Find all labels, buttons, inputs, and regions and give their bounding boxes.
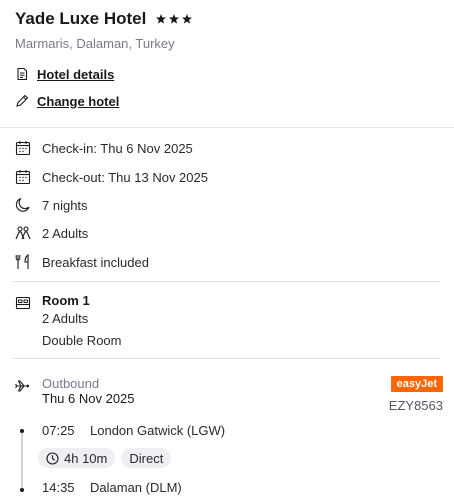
board-text: Breakfast included [42,254,149,270]
check-out-row: Check-out: Thu 13 Nov 2025 [15,167,208,187]
flight-timeline [21,430,23,490]
change-hotel-label[interactable]: Change hotel [37,94,119,109]
check-out-text: Check-out: Thu 13 Nov 2025 [42,169,208,185]
room-guests: 2 Adults [42,311,89,326]
change-hotel-link[interactable]: Change hotel [15,92,119,110]
guests-row: 2 Adults [15,223,88,243]
nights-row: 7 nights [15,195,88,215]
check-in-row: Check-in: Thu 6 Nov 2025 [15,138,193,158]
room-type: Double Room [42,333,122,348]
moon-icon [15,197,31,213]
arrival-dot [20,488,24,492]
duration-text: 4h 10m [64,450,108,466]
clock-icon [46,451,59,465]
star-rating [156,14,193,24]
hotel-details-label[interactable]: Hotel details [37,67,114,82]
star-icon [182,14,193,24]
pencil-icon [15,94,29,108]
flight-date: Thu 6 Nov 2025 [42,391,135,406]
section-divider [12,358,440,359]
stops-text: Direct [129,450,164,466]
departure-airport: London Gatwick (LGW) [90,423,226,438]
document-icon [15,67,29,81]
room-title: Room 1 [42,293,90,308]
guests-text: 2 Adults [42,225,89,241]
section-divider [0,127,454,128]
hotel-header: Yade Luxe Hotel Marmaris, Dalaman, Turke… [15,8,445,51]
departure-segment: 07:25 London Gatwick (LGW) [42,423,225,438]
star-icon [169,14,180,24]
people-icon [15,225,31,241]
plane-icon [15,378,31,394]
utensils-icon [15,254,31,270]
hotel-title-row: Yade Luxe Hotel [15,8,445,30]
hotel-name: Yade Luxe Hotel [15,9,147,28]
departure-dot [20,429,24,433]
calendar-icon [15,169,31,185]
section-divider [12,281,440,282]
board-row: Breakfast included [15,252,149,272]
flight-direction-label: Outbound [42,376,100,391]
departure-time: 07:25 [42,423,75,438]
airline-logo: easyJet [390,376,443,392]
duration-chip: 4h 10m [38,448,116,468]
star-icon [156,14,167,24]
arrival-segment: 14:35 Dalaman (DLM) [42,480,182,495]
bed-icon [15,295,31,311]
hotel-location: Marmaris, Dalaman, Turkey [15,36,175,51]
arrival-time: 14:35 [42,480,75,495]
arrival-airport: Dalaman (DLM) [90,480,182,495]
check-in-text: Check-in: Thu 6 Nov 2025 [42,140,193,156]
stops-chip: Direct [121,448,172,468]
hotel-details-link[interactable]: Hotel details [15,65,114,83]
flight-chips: 4h 10m Direct [38,448,172,468]
nights-text: 7 nights [42,197,88,213]
flight-number: EZY8563 [388,398,443,413]
calendar-icon [15,140,31,156]
